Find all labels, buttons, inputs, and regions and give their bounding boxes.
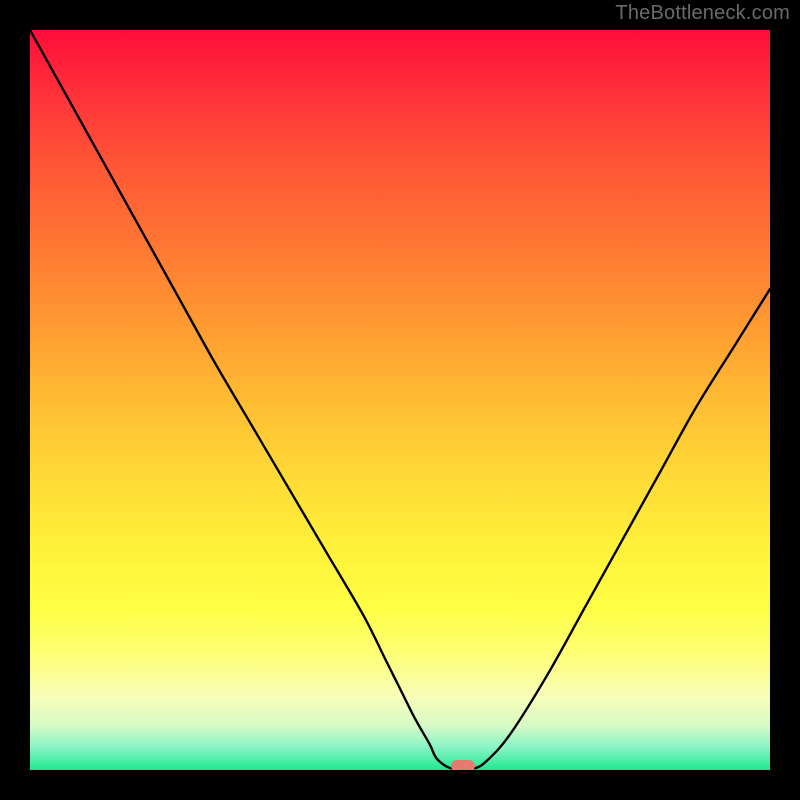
optimal-marker [451,760,475,770]
plot-area [30,30,770,770]
bottleneck-curve [30,30,770,770]
watermark-text: TheBottleneck.com [615,2,790,25]
chart-frame: TheBottleneck.com [0,0,800,800]
